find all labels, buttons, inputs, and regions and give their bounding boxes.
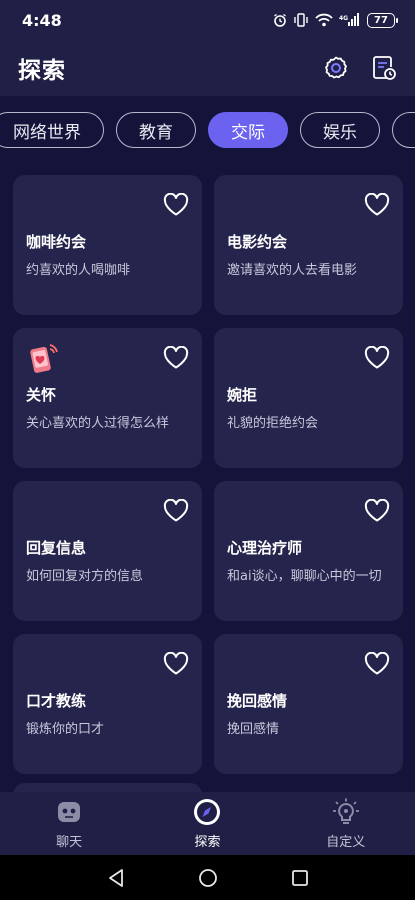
card-title: 挽回感情 — [227, 692, 288, 710]
tabs-track: 网络世界 教育 交际 娱乐 创 — [0, 112, 415, 148]
scenario-card-therapist[interactable]: 心理治疗师 和ai谈心，聊聊心中的一切 — [214, 481, 403, 621]
header-actions — [323, 55, 397, 81]
card-description: 如何回复对方的信息 — [26, 569, 144, 584]
card-title: 心理治疗师 — [227, 539, 303, 557]
card-title: 口才教练 — [26, 692, 87, 710]
compass-icon — [194, 799, 221, 825]
heart-icon[interactable] — [163, 346, 189, 370]
scenario-card-reply-message[interactable]: 回复信息 如何回复对方的信息 — [13, 481, 202, 621]
system-nav-bar — [0, 855, 415, 900]
tab-social[interactable]: 交际 — [208, 112, 288, 148]
heart-icon[interactable] — [163, 652, 189, 676]
nav-customize[interactable]: 自定义 — [286, 797, 406, 850]
tab-creative[interactable]: 创 — [392, 112, 415, 148]
lightbulb-icon — [332, 798, 359, 824]
card-title: 回复信息 — [26, 539, 87, 557]
history-button[interactable] — [371, 55, 397, 81]
gear-icon — [325, 56, 347, 79]
home-circle-icon[interactable] — [198, 868, 218, 888]
nav-icon-wrapper — [192, 797, 222, 827]
tab-education[interactable]: 教育 — [116, 112, 196, 148]
card-title: 咖啡约会 — [26, 233, 87, 251]
document-clock-icon — [373, 56, 396, 80]
settings-button[interactable] — [323, 55, 349, 81]
card-description: 邀请喜欢的人去看电影 — [227, 263, 358, 278]
app-header: 探索 — [0, 40, 415, 96]
back-triangle-icon[interactable] — [107, 868, 125, 888]
scenario-card-speech-coach[interactable]: 口才教练 锻炼你的口才 — [13, 634, 202, 774]
recents-square-icon[interactable] — [291, 869, 309, 887]
tab-network-world[interactable]: 网络世界 — [0, 112, 104, 148]
category-tabs: 网络世界 教育 交际 娱乐 创 — [0, 96, 415, 166]
heart-icon[interactable] — [364, 499, 390, 523]
card-description: 锻炼你的口才 — [26, 722, 105, 737]
nav-chat[interactable]: 聊天 — [9, 797, 129, 850]
tab-entertainment[interactable]: 娱乐 — [300, 112, 380, 148]
nav-label: 探索 — [194, 835, 221, 850]
heart-icon[interactable] — [163, 193, 189, 217]
nav-label: 自定义 — [326, 835, 366, 850]
nav-label: 聊天 — [56, 835, 83, 850]
card-title: 婉拒 — [227, 386, 258, 404]
alarm-icon — [274, 13, 286, 27]
robot-face-icon — [58, 802, 81, 822]
nav-icon-wrapper — [331, 797, 361, 827]
scenario-card-care[interactable]: 关怀 关心喜欢的人过得怎么样 — [13, 328, 202, 468]
svg-text:4G: 4G — [339, 15, 348, 22]
cell-signal-icon: 4G — [339, 13, 359, 26]
vibrate-icon — [294, 13, 308, 27]
heart-icon[interactable] — [163, 499, 189, 523]
card-title: 电影约会 — [227, 233, 288, 251]
heart-icon[interactable] — [364, 346, 390, 370]
card-description: 和ai谈心，聊聊心中的一切 — [227, 569, 382, 584]
status-bar: 4:48 4G 77 — [0, 0, 415, 40]
scenario-card-coffee-date[interactable]: 咖啡约会 约喜欢的人喝咖啡 — [13, 175, 202, 315]
card-description: 约喜欢的人喝咖啡 — [26, 263, 131, 278]
card-description: 挽回感情 — [227, 722, 280, 737]
scenario-card-movie-date[interactable]: 电影约会 邀请喜欢的人去看电影 — [214, 175, 403, 315]
battery-indicator: 77 — [367, 12, 398, 28]
scenario-card-win-back[interactable]: 挽回感情 挽回感情 — [214, 634, 403, 774]
card-description: 礼貌的拒绝约会 — [227, 416, 319, 431]
nav-explore[interactable]: 探索 — [147, 797, 267, 850]
card-description: 关心喜欢的人过得怎么样 — [26, 416, 170, 431]
status-time: 4:48 — [22, 10, 62, 30]
bottom-nav: 聊天 探索 自定义 — [0, 792, 415, 855]
card-title: 关怀 — [26, 386, 57, 404]
wifi-icon — [315, 13, 333, 27]
nav-icon-wrapper — [54, 797, 84, 827]
phone-heart-icon — [30, 344, 58, 373]
heart-icon[interactable] — [364, 652, 390, 676]
page-title: 探索 — [18, 58, 66, 84]
heart-icon[interactable] — [364, 193, 390, 217]
scenario-grid: 咖啡约会 约喜欢的人喝咖啡 电影约会 邀请喜欢的人去看电影 关怀 关心喜欢的人过… — [13, 175, 403, 774]
scenario-card-decline[interactable]: 婉拒 礼貌的拒绝约会 — [214, 328, 403, 468]
status-icons: 4G 77 — [273, 12, 398, 28]
